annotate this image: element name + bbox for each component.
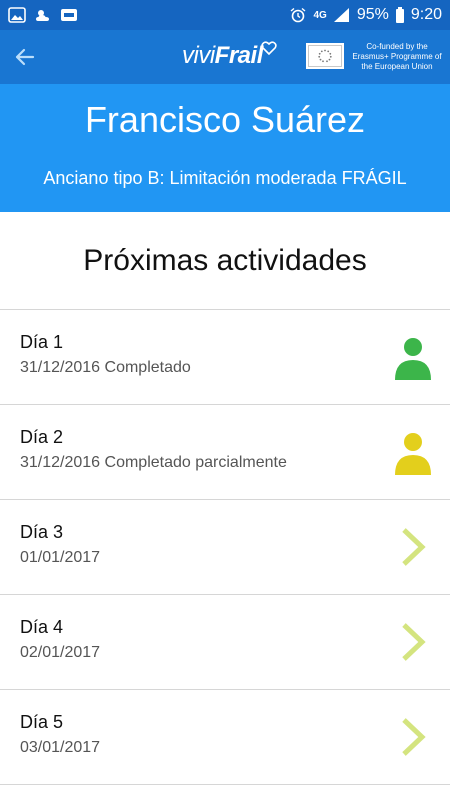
status-system: 4G 95% 9:20	[289, 6, 442, 24]
signal-icon	[333, 8, 349, 22]
profile-type: Anciano tipo B: Limitación moderada FRÁG…	[43, 168, 407, 188]
activity-date: 03/01/2017	[20, 739, 101, 756]
activity-day: Día 1	[20, 332, 64, 352]
chevron-right-icon	[402, 718, 426, 756]
activity-day: Día 2	[20, 427, 64, 447]
activity-row-5[interactable]: Día 5 03/01/2017	[0, 690, 450, 785]
image-icon	[8, 7, 26, 23]
activity-row-2[interactable]: Día 2 31/12/2016 Completado parcialmente	[0, 405, 450, 500]
profile-name: Francisco Suárez	[84, 99, 366, 140]
weather-icon	[36, 10, 49, 21]
arrow-left-icon	[15, 48, 35, 66]
heart-icon	[261, 41, 277, 56]
logo-text-bold: Frail	[214, 42, 264, 69]
activity-row-3[interactable]: Día 3 01/01/2017	[0, 500, 450, 595]
activity-day: Día 4	[20, 617, 64, 637]
activity-day: Día 3	[20, 522, 64, 542]
activity-row-4[interactable]: Día 4 02/01/2017	[0, 595, 450, 690]
profile-header: Francisco Suárez Anciano tipo B: Limitac…	[0, 84, 450, 212]
activity-day: Día 5	[20, 712, 64, 732]
app-notification-icon	[61, 9, 77, 21]
activity-date: 01/01/2017	[20, 549, 101, 566]
activity-status: 31/12/2016 Completado	[20, 359, 191, 376]
section-title: Próximas actividades	[0, 212, 450, 310]
eu-funding-text: Co-funded by the Erasmus+ Programme of t…	[352, 42, 442, 71]
app-logo: vivi Frail	[182, 40, 277, 70]
network-type: 4G	[313, 9, 327, 21]
battery-icon	[395, 7, 404, 23]
chevron-right-icon	[402, 623, 426, 661]
status-bar: 4G 95% 9:20	[0, 0, 450, 30]
eu-flag-logo	[306, 43, 344, 69]
person-icon	[395, 433, 431, 475]
person-icon	[395, 338, 431, 380]
chevron-right-icon	[402, 528, 426, 566]
activities-list: Día 1 31/12/2016 Completado Día 2 31/12/…	[0, 310, 450, 785]
battery-percent: 95%	[356, 6, 389, 23]
activity-status: 31/12/2016 Completado parcialmente	[20, 454, 287, 471]
status-notifications	[8, 7, 78, 23]
logo-text-light: vivi	[182, 42, 215, 69]
alarm-icon	[291, 7, 306, 23]
eu-stars-icon	[318, 49, 332, 63]
activity-date: 02/01/2017	[20, 644, 101, 661]
activity-row-1[interactable]: Día 1 31/12/2016 Completado	[0, 310, 450, 405]
app-bar: vivi Frail Co-funded by the Erasmus+ Prog…	[0, 30, 450, 84]
back-button[interactable]	[4, 37, 44, 77]
clock: 9:20	[410, 6, 442, 23]
